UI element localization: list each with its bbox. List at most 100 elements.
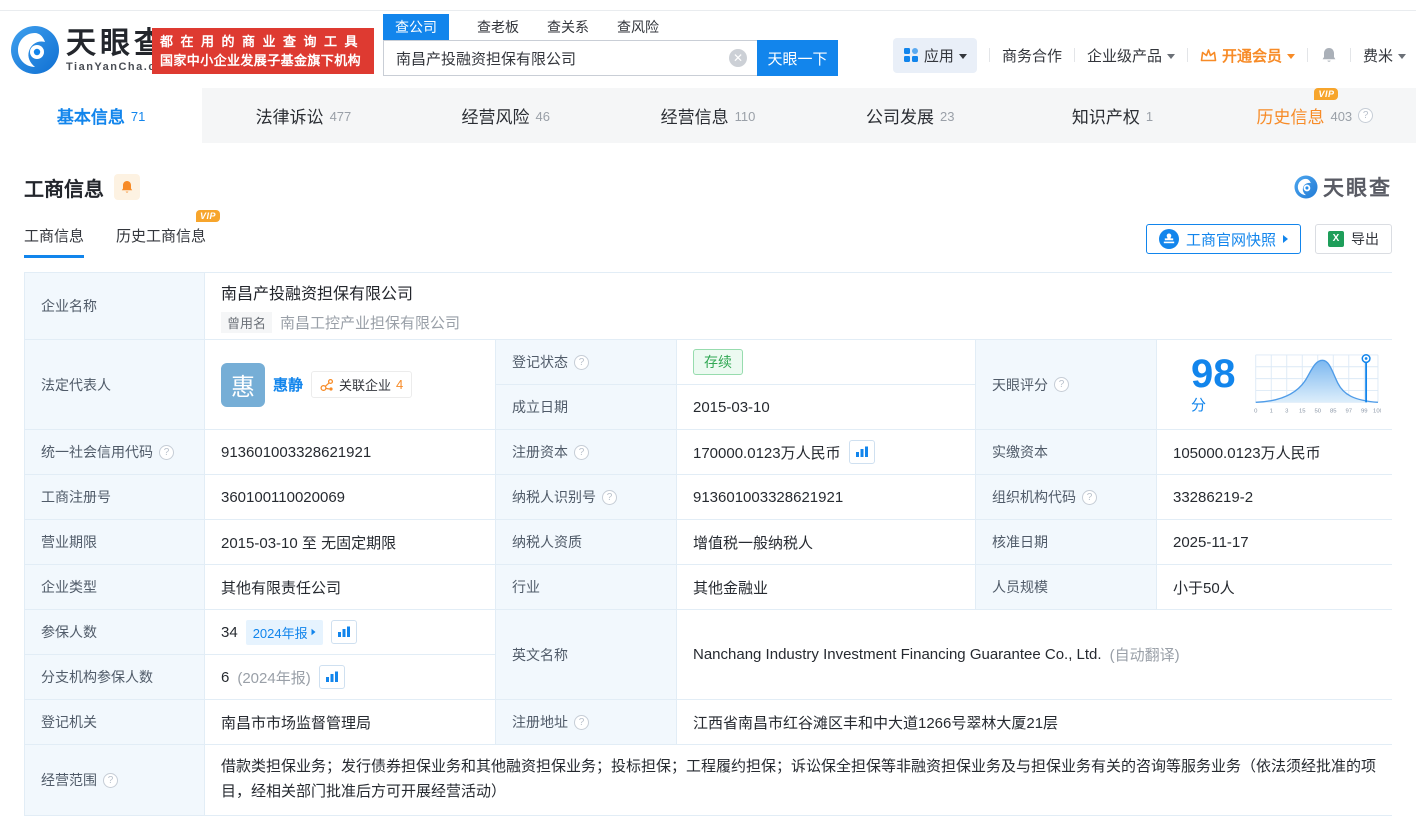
nav-apps[interactable]: 应用 — [892, 37, 977, 73]
tab-basic-info[interactable]: 基本信息 71 — [0, 88, 203, 143]
help-icon[interactable]: ? — [159, 444, 174, 460]
nav-enterprise[interactable]: 企业级产品 — [1087, 45, 1175, 66]
search-tab-boss[interactable]: 查老板 — [477, 14, 519, 40]
value-company-type: 其他有限责任公司 — [205, 565, 495, 609]
related-companies-badge[interactable]: 关联企业 4 — [311, 371, 413, 398]
vip-badge: VIP — [1314, 88, 1339, 100]
site-logo[interactable]: 天眼查 TianYanCha.com — [10, 25, 175, 75]
nav-user[interactable]: 费米 — [1363, 45, 1406, 66]
label-business-term: 营业期限 — [25, 520, 204, 564]
apps-grid-icon — [903, 48, 918, 62]
tab-history-info[interactable]: 历史信息 VIP 403 ? — [1214, 88, 1416, 143]
help-icon[interactable]: ? — [1358, 108, 1374, 123]
value-staff-size: 小于50人 — [1157, 565, 1397, 609]
help-icon[interactable]: ? — [103, 772, 118, 788]
nav-vip[interactable]: 开通会员 — [1200, 45, 1295, 66]
page: 天眼查 TianYanCha.com 都在用的商业查询工具 国家中小企业发展子基… — [0, 0, 1416, 817]
tab-count: 403 — [1330, 109, 1353, 124]
value-reg-status: 存续 — [677, 340, 975, 384]
status-badge: 存续 — [693, 349, 743, 375]
label-credit-code: 统一社会信用代码 ? — [25, 430, 204, 474]
chevron-right-icon — [311, 628, 316, 636]
branch-insured-trend-button[interactable] — [318, 665, 345, 689]
help-icon[interactable]: ? — [574, 444, 589, 460]
value-est-date: 2015-03-10 — [677, 385, 975, 429]
company-name[interactable]: 南昌产投融资担保有限公司 — [221, 280, 413, 304]
help-icon[interactable]: ? — [574, 714, 589, 730]
bell-icon — [121, 180, 133, 193]
value-reg-number: 360100110020069 — [205, 475, 495, 519]
main-content: 工商信息 天眼查 工商信息 历史工商信息 VIP 工商官网快照 X 导出 企业名… — [0, 143, 1416, 816]
insured-trend-button[interactable] — [330, 620, 357, 644]
tab-operational-risk[interactable]: 经营风险 46 — [405, 88, 607, 143]
tab-company-development[interactable]: 公司发展 23 — [809, 88, 1011, 143]
snapshot-label: 工商官网快照 — [1185, 231, 1276, 249]
value-taxpayer-id: 913601003328621921 — [677, 475, 975, 519]
nav-divider — [1349, 48, 1351, 62]
value-approval-date: 2025-11-17 — [1157, 520, 1397, 564]
legal-rep-name[interactable]: 惠静 — [273, 374, 303, 395]
svg-text:3: 3 — [1285, 408, 1289, 414]
tab-label: 知识产权 — [1071, 108, 1140, 127]
nav-enterprise-label: 企业级产品 — [1086, 47, 1162, 65]
tab-business-info[interactable]: 经营信息 110 — [607, 88, 809, 143]
value-industry: 其他金融业 — [677, 565, 975, 609]
section-header: 工商信息 天眼查 — [24, 172, 1392, 202]
tab-intellectual-property[interactable]: 知识产权 1 — [1011, 88, 1213, 143]
help-icon[interactable]: ? — [574, 354, 589, 370]
help-icon[interactable]: ? — [1082, 489, 1097, 505]
bell-icon — [1322, 48, 1336, 62]
annual-report-badge[interactable]: 2024年报 — [245, 619, 323, 645]
label-business-scope: 经营范围 ? — [25, 745, 204, 815]
search-tab-relation[interactable]: 查关系 — [547, 14, 589, 40]
search-block: 查公司 查老板 查关系 查风险 ✕ 天眼一下 — [383, 13, 839, 76]
search-tab-company[interactable]: 查公司 — [383, 14, 449, 40]
value-reg-capital: 170000.0123万人民币 — [677, 430, 975, 474]
value-branch-insured: 6 (2024年报) — [205, 655, 495, 699]
chevron-right-icon — [1283, 235, 1288, 243]
chevron-down-icon — [1286, 53, 1295, 59]
value-legal-rep: 惠 惠静 关联企业 4 — [205, 340, 495, 429]
svg-text:100: 100 — [1373, 408, 1381, 414]
watermark-logo: 天眼查 — [1294, 172, 1392, 202]
clear-search-icon[interactable]: ✕ — [729, 49, 747, 67]
tab-legal-litigation[interactable]: 法律诉讼 477 — [202, 88, 404, 143]
auto-translate-note: (自动翻译) — [1109, 647, 1180, 664]
search-tab-risk[interactable]: 查风险 — [617, 14, 659, 40]
subtab-history-business-info[interactable]: 历史工商信息 VIP — [116, 210, 221, 258]
nav-notifications[interactable] — [1320, 46, 1338, 64]
export-button[interactable]: X 导出 — [1315, 224, 1392, 254]
value-score: 98分 0 1 3 15 50 85 97 99 10 — [1157, 340, 1397, 429]
tab-label: 法律诉讼 — [255, 108, 324, 127]
tab-count: 23 — [940, 109, 955, 124]
monitor-bell-button[interactable] — [114, 174, 140, 200]
nav-divider — [1186, 48, 1188, 62]
label-reg-status: 登记状态 ? — [496, 340, 676, 384]
score-number: 98分 — [1191, 352, 1236, 414]
nav-divider — [1073, 48, 1075, 62]
nav-apps-label: 应用 — [923, 47, 954, 65]
help-icon[interactable]: ? — [1054, 377, 1069, 392]
capital-trend-button[interactable] — [848, 440, 875, 464]
legal-rep-avatar[interactable]: 惠 — [221, 362, 265, 407]
subtab-business-info[interactable]: 工商信息 — [24, 225, 85, 258]
search-button[interactable]: 天眼一下 — [757, 40, 838, 76]
help-icon[interactable]: ? — [602, 489, 617, 505]
label-insured-count: 参保人数 — [25, 610, 204, 654]
tab-count: 477 — [329, 109, 352, 124]
related-label: 关联企业 — [339, 378, 392, 393]
value-reg-authority: 南昌市市场监督管理局 — [205, 700, 495, 744]
company-tabbar: 基本信息 71 法律诉讼 477 经营风险 46 经营信息 110 公司发展 2… — [0, 88, 1416, 143]
search-row: ✕ 天眼一下 — [383, 40, 839, 76]
value-english-name: Nanchang Industry Investment Financing G… — [677, 610, 1397, 699]
label-branch-insured: 分支机构参保人数 — [25, 655, 204, 699]
search-input[interactable] — [383, 40, 757, 76]
related-count: 4 — [396, 377, 404, 392]
nav-cooperation[interactable]: 商务合作 — [1002, 45, 1062, 66]
tab-label: 公司发展 — [866, 108, 935, 127]
official-snapshot-button[interactable]: 工商官网快照 — [1145, 224, 1301, 254]
subtab-label: 历史工商信息 — [116, 228, 207, 245]
tab-label: 经营风险 — [461, 108, 530, 127]
chevron-down-icon — [958, 53, 967, 59]
svg-text:0: 0 — [1254, 408, 1258, 414]
